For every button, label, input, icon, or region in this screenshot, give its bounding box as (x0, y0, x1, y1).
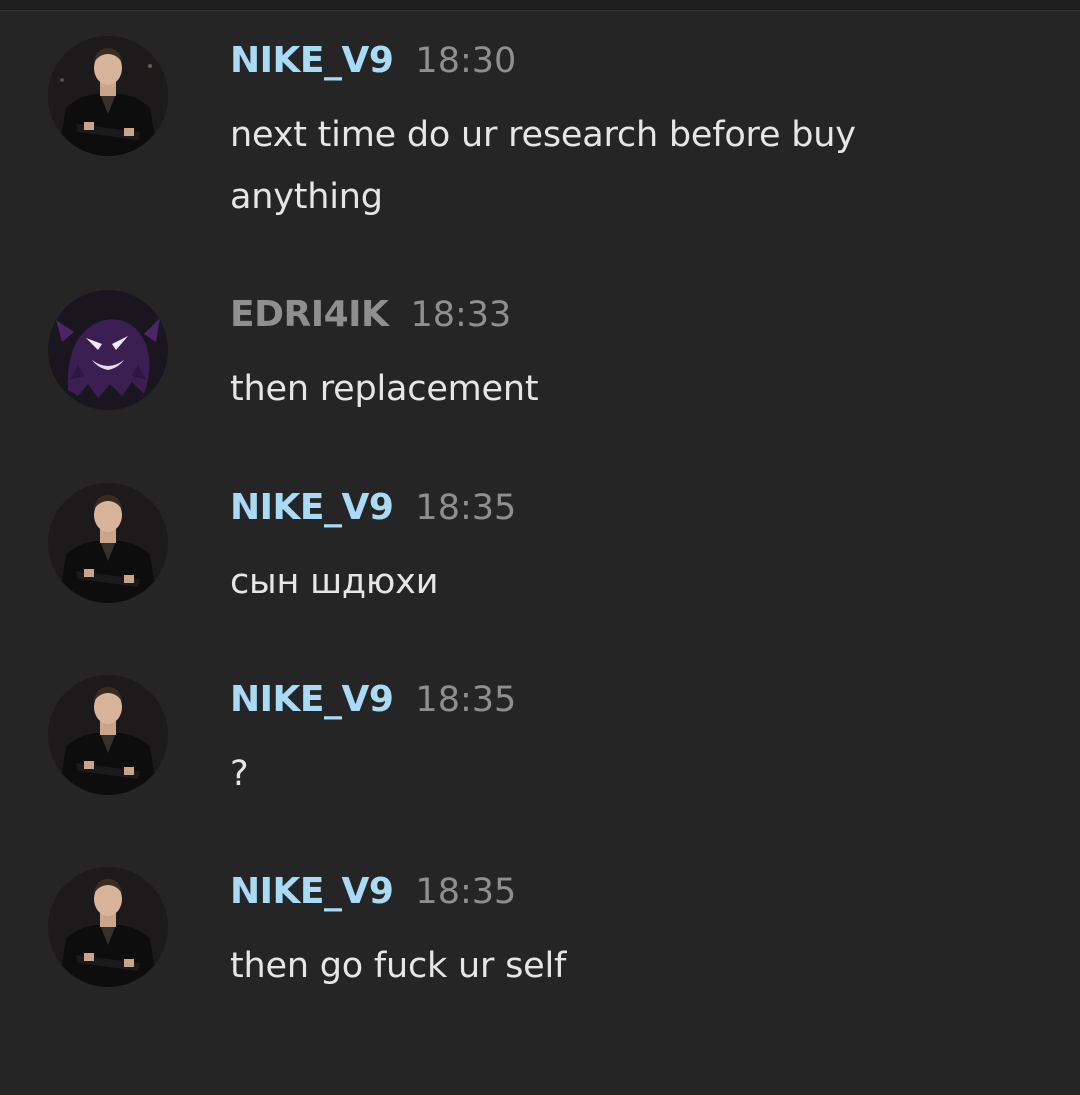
author-name[interactable]: EDRI4IK (230, 294, 389, 335)
message-text: next time do ur research before buy anyt… (230, 115, 856, 217)
message-text: then go fuck ur self (230, 946, 567, 986)
message-header: NIKE_V9 18:35 (230, 483, 516, 533)
message-timestamp: 18:35 (415, 872, 517, 912)
message-header: NIKE_V9 18:35 (230, 675, 516, 725)
message-timestamp: 18:35 (415, 680, 517, 720)
message-timestamp: 18:30 (415, 41, 517, 81)
message-timestamp: 18:33 (410, 295, 512, 335)
message-header: EDRI4IK 18:33 (230, 290, 511, 340)
author-name[interactable]: NIKE_V9 (230, 871, 394, 912)
author-name[interactable]: NIKE_V9 (230, 487, 394, 528)
man-portrait-avatar[interactable] (48, 867, 168, 987)
message-text: сын шдюхи (230, 562, 439, 602)
man-portrait-avatar[interactable] (48, 483, 168, 603)
message-header: NIKE_V9 18:35 (230, 867, 516, 917)
message-header: NIKE_V9 18:30 (230, 36, 516, 86)
message-timestamp: 18:35 (415, 488, 517, 528)
man-portrait-avatar[interactable] (48, 675, 168, 795)
message-text: then replacement (230, 369, 539, 409)
chat-log: NIKE_V9 18:30 next time do ur research be… (0, 0, 1080, 1095)
man-portrait-avatar[interactable] (48, 36, 168, 156)
purple-ghost-avatar[interactable] (48, 290, 168, 410)
message-text: ? (230, 754, 249, 794)
author-name[interactable]: NIKE_V9 (230, 40, 394, 81)
author-name[interactable]: NIKE_V9 (230, 679, 394, 720)
